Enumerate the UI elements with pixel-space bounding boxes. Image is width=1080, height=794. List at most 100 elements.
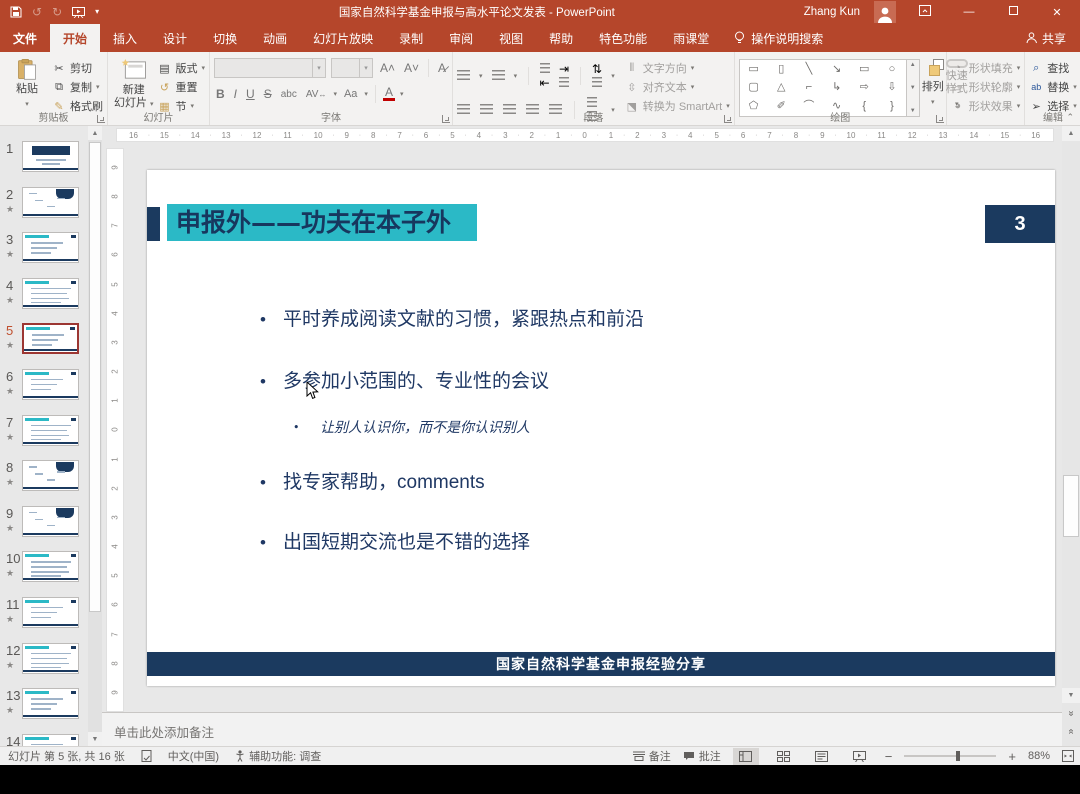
slide-thumbnail-6[interactable]: 6★ bbox=[0, 369, 88, 415]
tab-rain-classroom[interactable]: 雨课堂 bbox=[660, 24, 722, 52]
start-slideshow-icon[interactable] bbox=[72, 7, 85, 18]
tab-insert[interactable]: 插入 bbox=[100, 24, 150, 52]
slide-thumbnail-1[interactable]: 1 bbox=[0, 141, 88, 187]
font-size-combo[interactable]: ▾ bbox=[331, 58, 373, 78]
scroll-thumb[interactable] bbox=[1063, 475, 1079, 537]
shape-arrow-line-icon[interactable]: ↘ bbox=[832, 64, 841, 75]
slide-canvas[interactable]: 申报外——功夫在本子外 3 •平时养成阅读文献的习惯，紧跟热点和前沿•多参加小范… bbox=[147, 170, 1055, 686]
shape-elbow-arrow-icon[interactable]: ↳ bbox=[832, 82, 841, 93]
zoom-percentage[interactable]: 88% bbox=[1028, 750, 1050, 762]
paragraph-dialog-launcher[interactable] bbox=[724, 115, 732, 123]
ribbon-display-options-button[interactable] bbox=[910, 5, 940, 19]
thumbnail-preview[interactable] bbox=[22, 460, 79, 491]
slide-thumbnail-13[interactable]: 13★ bbox=[0, 688, 88, 734]
shape-fill-button[interactable]: ◔形状填充▾ bbox=[951, 60, 1021, 76]
thumbnail-preview[interactable] bbox=[22, 278, 79, 309]
new-slide-button[interactable]: 新建幻灯片 ▾ bbox=[112, 56, 155, 111]
thumbnail-preview[interactable] bbox=[22, 688, 79, 719]
maximize-button[interactable] bbox=[998, 6, 1028, 18]
font-name-combo[interactable]: ▾ bbox=[214, 58, 326, 78]
shape-vertical-textbox-icon[interactable]: ▯ bbox=[778, 64, 784, 75]
line-spacing-button[interactable]: ⇅ bbox=[592, 62, 602, 90]
tab-review[interactable]: 审阅 bbox=[436, 24, 486, 52]
slide-thumbnail-12[interactable]: 12★ bbox=[0, 643, 88, 689]
font-color-button[interactable]: A bbox=[383, 87, 395, 101]
thumbnail-preview[interactable] bbox=[22, 232, 79, 263]
zoom-in-button[interactable]: + bbox=[1008, 749, 1016, 764]
bold-button[interactable]: B bbox=[214, 87, 227, 101]
thumb-scroll-thumb[interactable] bbox=[89, 142, 101, 612]
font-dialog-launcher[interactable] bbox=[442, 115, 450, 123]
next-slide-button[interactable]: « bbox=[1062, 724, 1080, 739]
numbering-button[interactable] bbox=[492, 69, 505, 83]
avatar[interactable] bbox=[874, 1, 896, 23]
bullets-button[interactable] bbox=[457, 69, 470, 83]
zoom-slider-thumb[interactable] bbox=[956, 751, 960, 761]
tell-me-search[interactable]: 操作说明搜索 bbox=[722, 24, 835, 52]
find-button[interactable]: ⌕查找 bbox=[1029, 60, 1077, 76]
thumbnail-preview[interactable] bbox=[22, 734, 79, 746]
share-button[interactable]: 共享 bbox=[1012, 24, 1080, 52]
spellcheck-icon[interactable] bbox=[141, 750, 152, 762]
clear-all-formatting-icon[interactable]: A̷ bbox=[436, 61, 448, 75]
character-spacing-button[interactable]: AV↔ bbox=[304, 89, 329, 100]
drawing-dialog-launcher[interactable] bbox=[936, 115, 944, 123]
previous-slide-button[interactable]: « bbox=[1062, 706, 1080, 721]
tab-design[interactable]: 设计 bbox=[150, 24, 200, 52]
shape-arrow-right-icon[interactable]: ⇨ bbox=[860, 82, 869, 93]
shape-oval-icon[interactable]: ○ bbox=[889, 64, 896, 75]
thumbnail-preview[interactable] bbox=[22, 187, 79, 218]
slide-thumbnail-5[interactable]: 5★ bbox=[0, 323, 88, 369]
tab-slideshow[interactable]: 幻灯片放映 bbox=[300, 24, 386, 52]
text-direction-button[interactable]: ⫴文字方向▾ bbox=[625, 60, 730, 76]
thumbnail-scrollbar[interactable]: ▲ ▼ bbox=[88, 126, 102, 746]
tab-file[interactable]: 文件 bbox=[0, 24, 50, 52]
reading-view-button[interactable] bbox=[809, 748, 835, 765]
slide-thumbnail-7[interactable]: 7★ bbox=[0, 415, 88, 461]
minimize-button[interactable]: — bbox=[954, 6, 984, 18]
arrange-button[interactable]: 排列▾ bbox=[922, 56, 944, 111]
slide-thumbnail-14[interactable]: 14★ bbox=[0, 734, 88, 746]
user-name[interactable]: Zhang Kun bbox=[804, 6, 860, 18]
thumbnail-preview[interactable] bbox=[22, 369, 79, 400]
notes-pane[interactable]: 单击此处添加备注 bbox=[102, 712, 1062, 746]
slide-thumbnail-4[interactable]: 4★ bbox=[0, 278, 88, 324]
grow-font-button[interactable]: A˄ bbox=[378, 61, 397, 75]
tab-view[interactable]: 视图 bbox=[486, 24, 536, 52]
slide-thumbnail-11[interactable]: 11★ bbox=[0, 597, 88, 643]
shrink-font-button[interactable]: A˅ bbox=[402, 61, 421, 75]
shape-textbox-icon[interactable]: ▭ bbox=[748, 64, 758, 75]
decrease-indent-button[interactable]: ⇤ bbox=[540, 62, 550, 90]
paste-button[interactable]: 粘贴▾ bbox=[4, 56, 50, 111]
tab-home[interactable]: 开始 bbox=[50, 24, 100, 52]
slide-thumbnail-10[interactable]: 10★ bbox=[0, 551, 88, 597]
tab-transitions[interactable]: 切换 bbox=[200, 24, 250, 52]
italic-button[interactable]: I bbox=[232, 87, 239, 101]
thumbnail-preview[interactable] bbox=[22, 506, 79, 537]
save-icon[interactable] bbox=[10, 6, 22, 18]
shape-outline-button[interactable]: ▱形状轮廓▾ bbox=[951, 79, 1021, 95]
vertical-scrollbar[interactable]: ▲ ▼ « « bbox=[1062, 126, 1080, 746]
tab-animations[interactable]: 动画 bbox=[250, 24, 300, 52]
tab-help[interactable]: 帮助 bbox=[536, 24, 586, 52]
thumbnail-preview[interactable] bbox=[22, 643, 79, 674]
replace-button[interactable]: ab替换▾ bbox=[1029, 79, 1077, 95]
thumbnail-preview[interactable] bbox=[22, 551, 79, 582]
slideshow-view-button[interactable] bbox=[847, 748, 873, 765]
slide-thumbnail-2[interactable]: 2★ bbox=[0, 187, 88, 233]
normal-view-button[interactable] bbox=[733, 748, 759, 765]
slide-footer[interactable]: 国家自然科学基金申报经验分享 bbox=[147, 652, 1055, 676]
slide-thumbnail-8[interactable]: 8★ bbox=[0, 460, 88, 506]
slide-body[interactable]: •平时养成阅读文献的习惯，紧跟热点和前沿•多参加小范围的、专业性的会议•让别人认… bbox=[147, 170, 1055, 686]
increase-indent-button[interactable]: ⇥ bbox=[559, 62, 569, 90]
accessibility-status[interactable]: 辅助功能: 调查 bbox=[235, 748, 321, 764]
reset-button[interactable]: ↺重置 bbox=[157, 79, 205, 95]
zoom-slider[interactable] bbox=[904, 755, 996, 757]
shape-effects-button[interactable]: ◕形状效果▾ bbox=[951, 98, 1021, 114]
shape-rounded-rect-icon[interactable]: ▢ bbox=[748, 82, 758, 93]
underline-button[interactable]: U bbox=[244, 87, 257, 101]
close-button[interactable]: ✕ bbox=[1042, 6, 1072, 19]
layout-button[interactable]: ▤版式▾ bbox=[157, 60, 205, 76]
thumbnail-preview[interactable] bbox=[22, 323, 79, 354]
strikethrough-button[interactable]: S bbox=[262, 87, 274, 101]
